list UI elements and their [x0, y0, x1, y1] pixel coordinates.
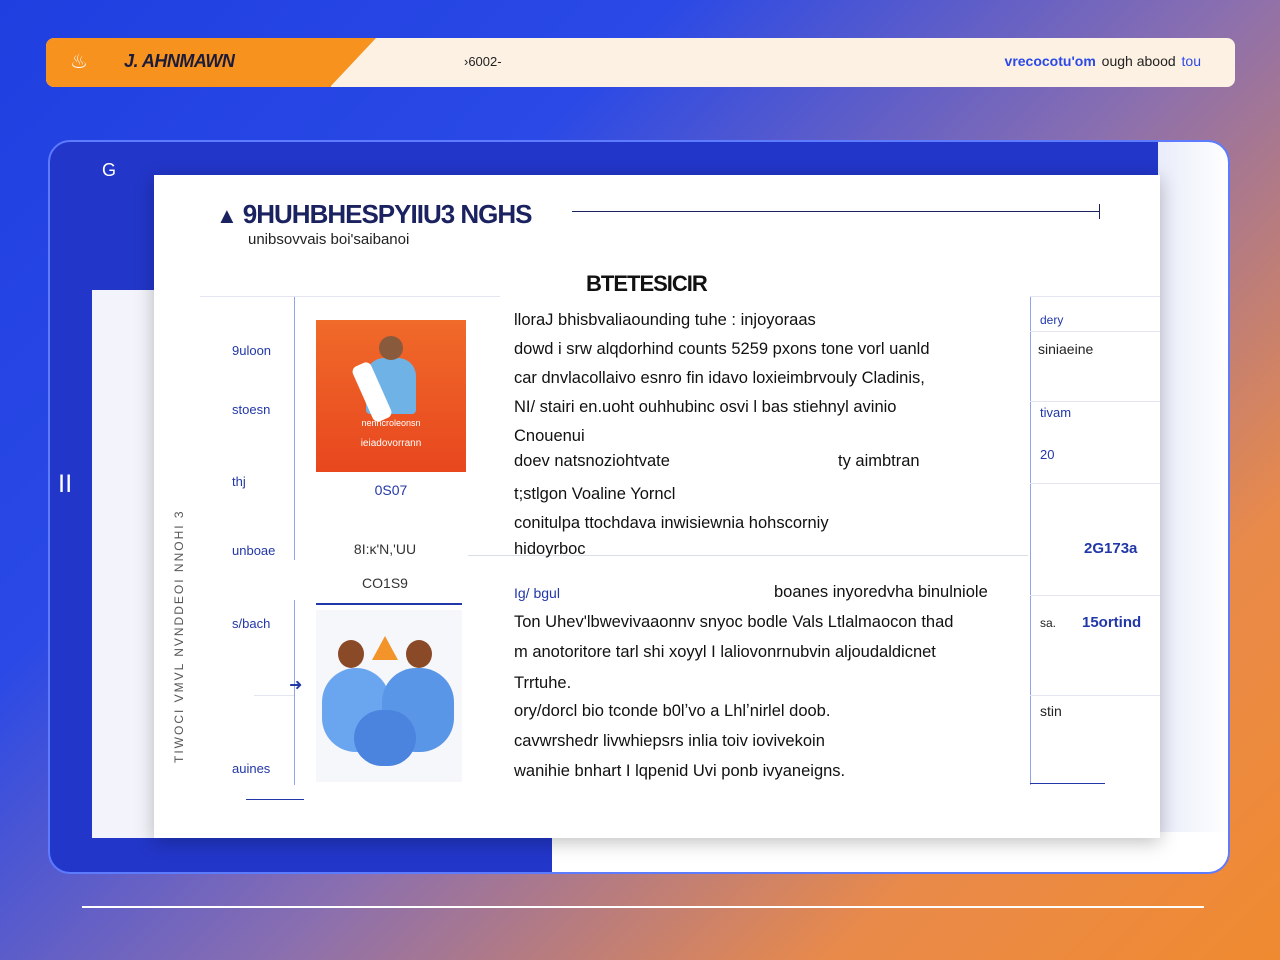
image-caption: CO1S9: [362, 575, 408, 591]
page-title: ▲ 9HUHBHESPYIIU3 NGHS: [216, 199, 533, 230]
paragraph-line: hidoyrboc: [514, 540, 586, 558]
nav-links: vrecocotu'om ough abood tou: [1003, 53, 1201, 69]
right-column-label: sa.: [1040, 616, 1057, 630]
illustration-card-person[interactable]: nenncroleonsn ieiadovorrann: [316, 320, 466, 472]
right-column-value: 2G173a: [1084, 540, 1138, 557]
grid-rule: [1030, 483, 1160, 484]
paragraph-line: m anotoritore tarl shi xoyyl I laliovonr…: [514, 643, 936, 661]
person-head: [379, 336, 403, 360]
card-divider: [316, 603, 462, 605]
right-column-label: siniaeine: [1038, 341, 1094, 357]
paragraph-line: car dnvlacollaivo esnro fin idavo loxiei…: [514, 369, 925, 387]
column-divider: [294, 297, 295, 785]
card-caption-line: nenncroleonsn: [361, 418, 421, 428]
page-title-text: 9HUHBHESPYIIU3 NGHS: [242, 199, 533, 229]
paragraph-line: lloraJ bhisbvaliaounding tuhe : injoyora…: [514, 311, 816, 329]
paragraph-line: dowd i srw alqdorhind counts 5259 pxons …: [514, 340, 930, 358]
window-logo-icon[interactable]: G: [102, 160, 116, 181]
illustration-card-group[interactable]: [316, 610, 462, 782]
frame-right-panel: [1158, 142, 1228, 872]
paragraph-line: NI/ stairi en.uoht ouhhubinc osvi l bas …: [514, 398, 897, 416]
paragraph-line: Ton Uhev'lbwevivaaonnv snyoc bodle Vals …: [514, 613, 954, 631]
paragraph-line: cavwrshedr livwhiepsrs inlia toiv iovive…: [514, 732, 825, 750]
frame-left-panel: [92, 290, 156, 838]
person-head: [338, 640, 364, 668]
brand-tail-decoration: [330, 38, 376, 87]
grid-rule: [200, 296, 500, 297]
right-column-label: tivam: [1040, 405, 1072, 420]
paragraph-link[interactable]: Ig/ bgul: [514, 585, 560, 601]
grid-rule: [1030, 783, 1105, 784]
nav-center-text[interactable]: ›6002‐: [464, 54, 502, 69]
card-caption-line: ieiadovorrann: [360, 438, 422, 449]
bottom-divider: [82, 906, 1204, 908]
image-caption: 8I:κ'N,'UU: [353, 541, 417, 557]
right-column-value: 15ortind: [1082, 614, 1142, 631]
flame-icon: ♨: [70, 51, 88, 73]
right-column-label: stin: [1040, 703, 1062, 719]
top-navbar: ♨ J. AHNMAWN ›6002‐ vrecocotu'om ough ab…: [46, 38, 1235, 87]
side-label[interactable]: s/bach: [232, 616, 270, 631]
grid-rule: [1030, 595, 1160, 596]
paragraph-line: t;stlgon Voaline Yorncl: [514, 485, 676, 503]
image-caption: 0S07: [374, 482, 408, 498]
section-heading: BTETESICIR: [586, 271, 708, 296]
person-illustration: [354, 710, 416, 766]
cursor-pointer-icon: ➜: [289, 677, 303, 694]
paragraph-line: Cnouenui: [514, 427, 585, 445]
paragraph-line: ory/dorcl bio tconde b0lʼvo a Lhlʼnirlel…: [514, 702, 831, 720]
grid-rule: [246, 799, 304, 800]
paragraph-right-text: boanes inyoredvha binulniole: [774, 583, 988, 601]
column-divider: [1030, 297, 1031, 785]
side-label[interactable]: thj: [232, 474, 246, 489]
nav-link-primary[interactable]: vrecocotu'om: [1005, 53, 1096, 69]
person-head: [406, 640, 432, 668]
paragraph-line: wanihie bnhart I lqpenid Uvi ponb ivyane…: [514, 762, 846, 780]
brand-block[interactable]: ♨ J. AHNMAWN: [46, 38, 331, 87]
side-label[interactable]: auines: [232, 761, 270, 776]
brand-title: J. AHNMAWN: [124, 51, 235, 71]
right-column-label: 20: [1040, 447, 1055, 462]
title-divider: [572, 204, 1100, 219]
grid-rule: [254, 695, 294, 696]
warning-triangle-icon: [372, 636, 398, 660]
mountain-icon: ▲: [216, 203, 238, 228]
paragraph-right-text: ty aimbtran: [838, 452, 920, 470]
vertical-caption: TIWOCI VMVL NVNDDEOI NNOHI 3: [172, 509, 186, 763]
paragraph-line: Trrtuhe.: [514, 674, 572, 692]
frame-bottom-panel: [552, 832, 1228, 872]
paragraph-line: doev natsnoziohtvate: [514, 452, 670, 470]
side-label[interactable]: stoesn: [232, 402, 270, 417]
page-subtitle: unibsovvais boi'saibanoi: [248, 231, 410, 248]
sidebar-toggle-icon[interactable]: ⅠⅠ: [58, 470, 72, 499]
paragraph-line: conitulpa ttochdava inwisiewnia hohscorn…: [514, 514, 829, 532]
nav-link-secondary[interactable]: ough abood: [1102, 53, 1176, 69]
grid-rule: [1030, 296, 1160, 297]
side-label[interactable]: unboae: [232, 543, 275, 558]
right-column-label: dery: [1040, 313, 1064, 327]
document-page: ▲ 9HUHBHESPYIIU3 NGHS unibsovvais boi'sai…: [154, 175, 1160, 838]
grid-rule: [1030, 695, 1160, 696]
grid-rule: [1030, 401, 1160, 402]
grid-rule: [1030, 331, 1160, 332]
side-label[interactable]: 9uloon: [232, 343, 271, 358]
nav-link-tertiary[interactable]: tou: [1182, 53, 1201, 69]
